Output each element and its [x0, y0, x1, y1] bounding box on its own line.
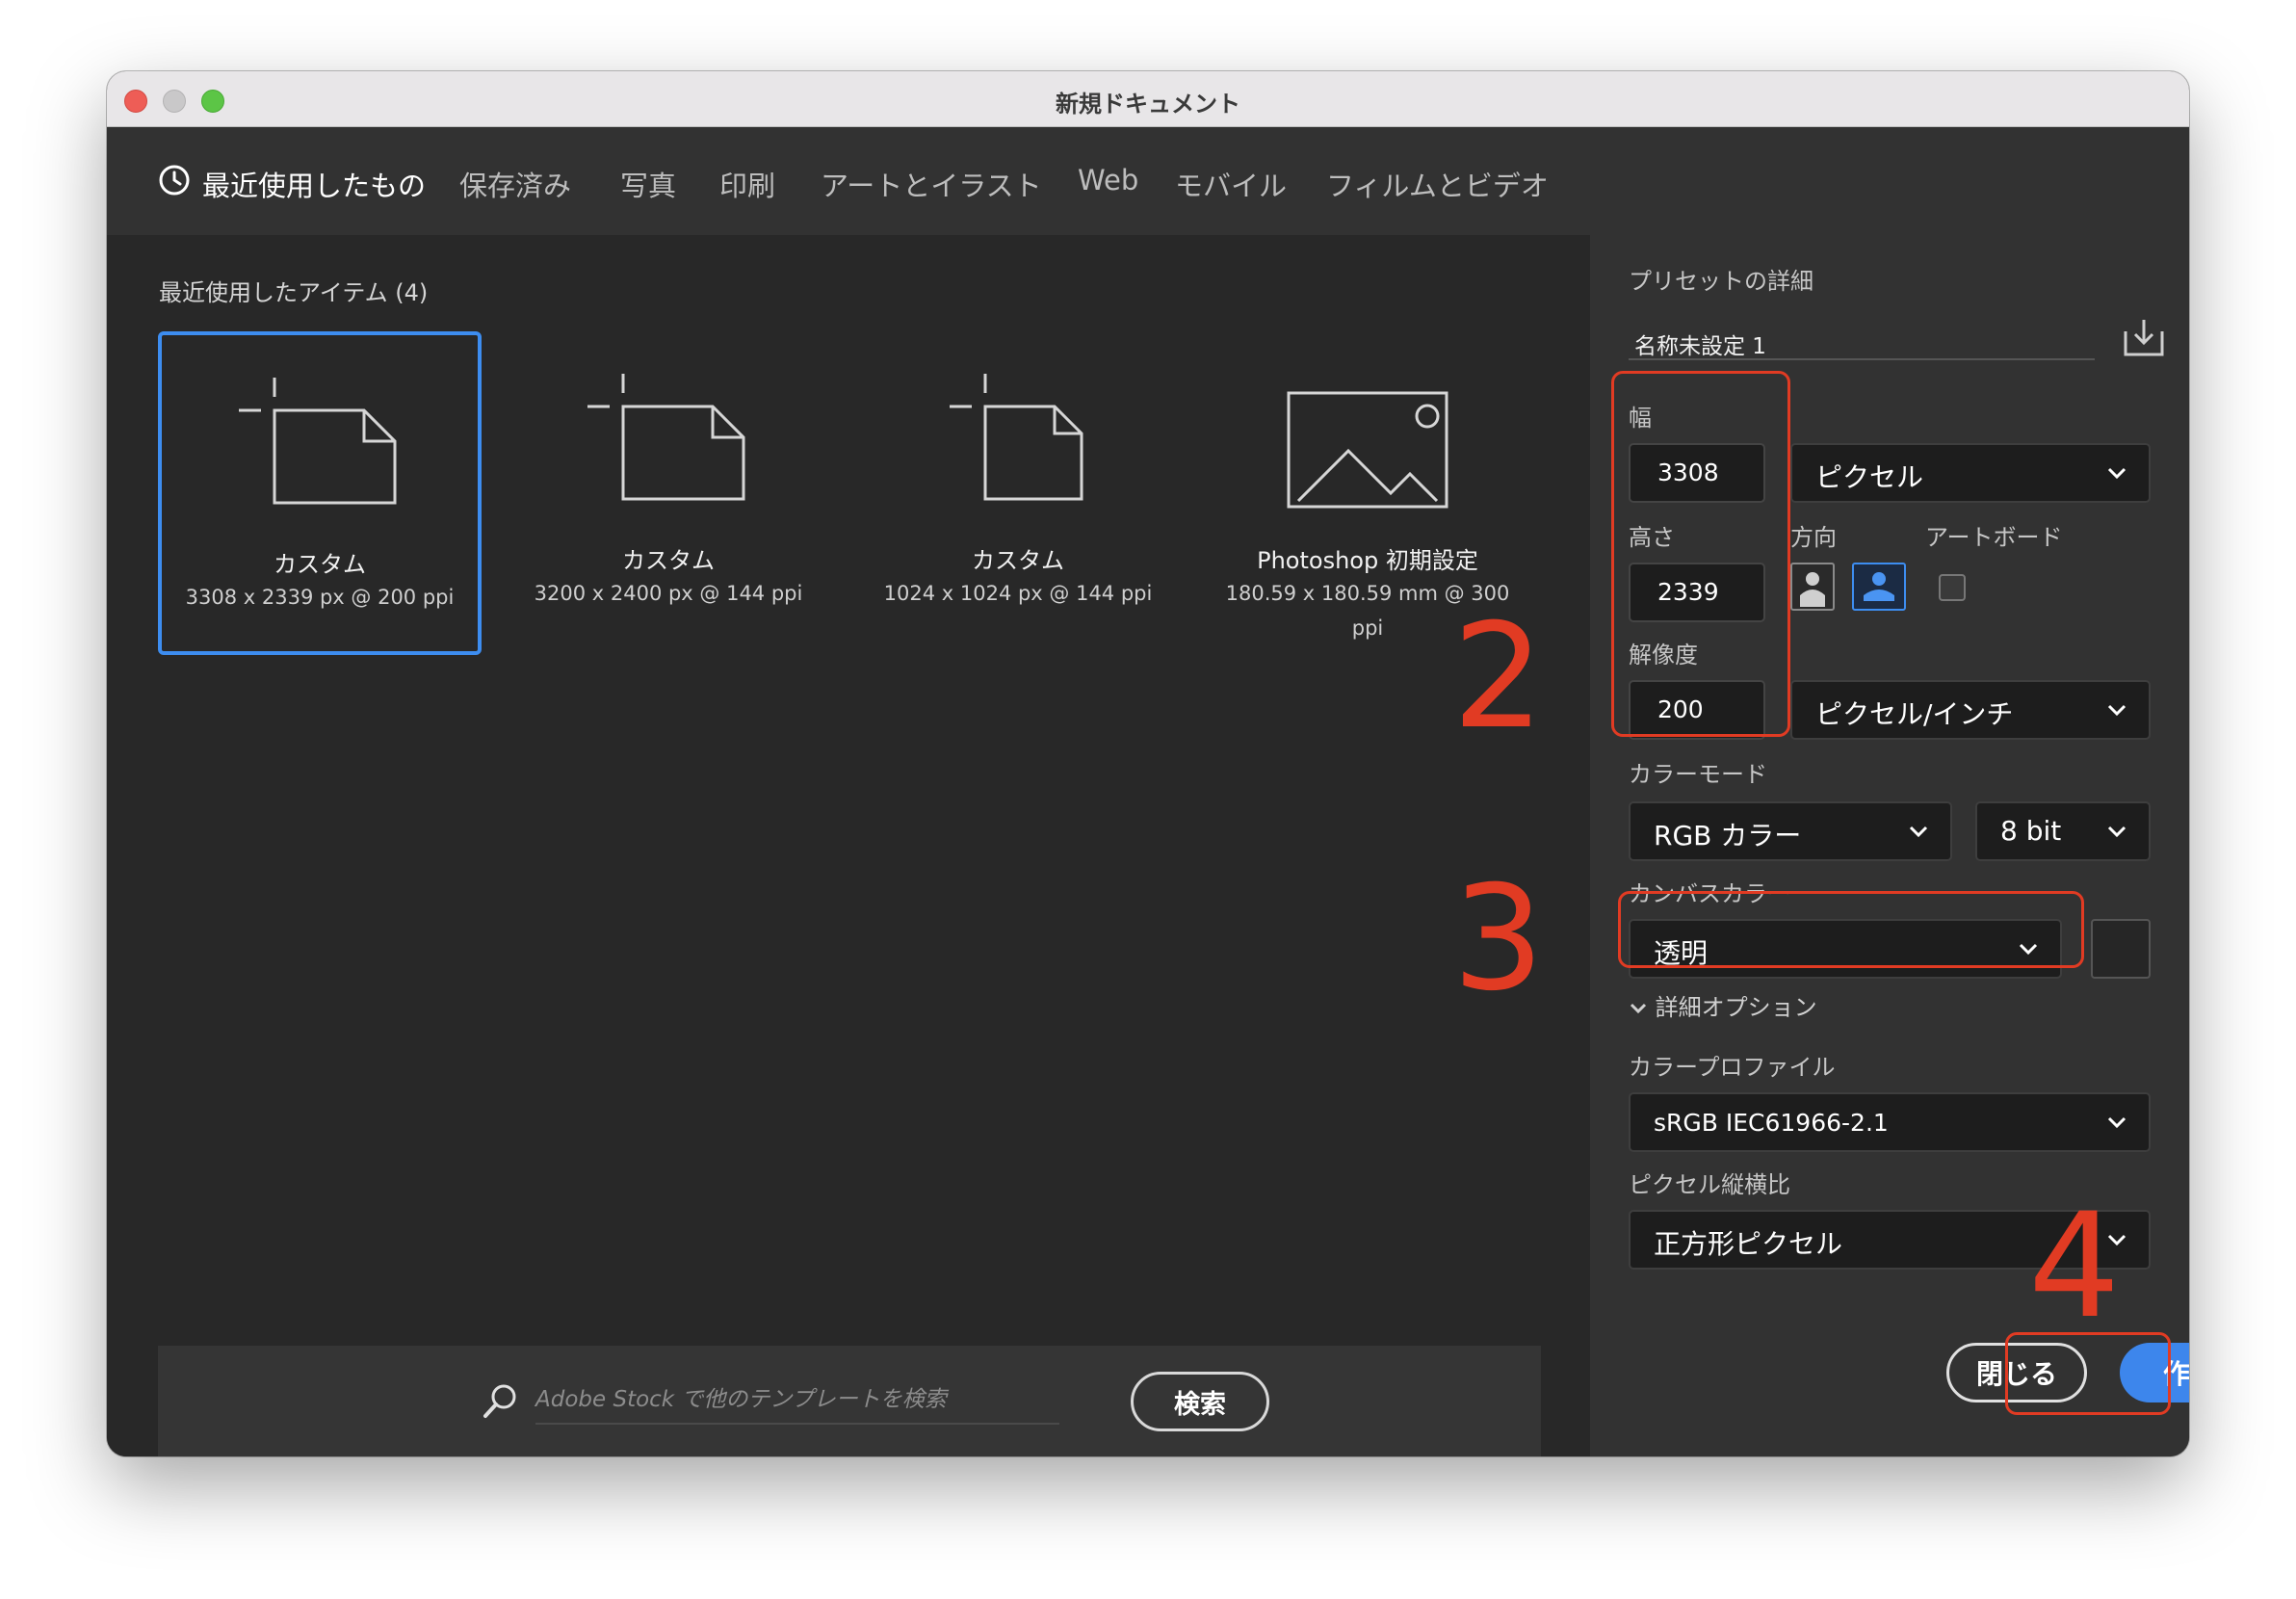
tab-label: 最近使用したもの	[202, 170, 427, 202]
window-title: 新規ドキュメント	[1056, 91, 1240, 118]
card-dims: 1024 x 1024 px @ 144 ppi	[883, 582, 1153, 605]
color-mode-value: RGB カラー	[1654, 820, 1802, 852]
chevron-down-icon	[2107, 826, 2126, 838]
recent-item-card[interactable]: カスタム 3200 x 2400 px @ 144 ppi	[507, 331, 830, 655]
search-icon	[483, 1384, 516, 1418]
tab-label: アートとイラスト	[821, 170, 1042, 202]
color-profile-value: sRGB IEC61966-2.1	[1654, 1109, 1889, 1137]
landscape-orientation-button[interactable]	[1852, 563, 1906, 611]
annotation-number-4: 4	[2028, 1183, 2121, 1350]
tab-label: Web	[1078, 164, 1139, 197]
recent-item-card[interactable]: カスタム 3308 x 2339 px @ 200 ppi	[158, 331, 482, 655]
tab-saved[interactable]: 保存済み	[459, 164, 571, 241]
pixel-aspect-value: 正方形ピクセル	[1654, 1228, 1843, 1260]
clock-icon	[159, 165, 190, 196]
recent-item-card[interactable]: カスタム 1024 x 1024 px @ 144 ppi	[856, 331, 1180, 655]
chevron-down-icon	[2107, 704, 2126, 717]
stock-search-input[interactable]: Adobe Stock で他のテンプレートを検索	[535, 1380, 1059, 1425]
chevron-down-icon	[2107, 467, 2126, 480]
artboard-checkbox[interactable]	[1939, 574, 1966, 601]
width-unit-select[interactable]: ピクセル	[1790, 443, 2151, 503]
color-mode-select[interactable]: RGB カラー	[1629, 801, 1952, 861]
bit-depth-select[interactable]: 8 bit	[1975, 801, 2151, 861]
bit-depth-value: 8 bit	[2000, 815, 2062, 847]
preset-section-title: プリセットの詳細	[1629, 268, 1813, 295]
width-unit-value: ピクセル	[1815, 461, 1924, 493]
annotation-box-canvas-color	[1618, 891, 2084, 968]
pixel-aspect-label: ピクセル縦横比	[1629, 1171, 1790, 1198]
recent-heading: 最近使用したアイテム (4)	[159, 279, 429, 306]
chevron-down-icon	[1909, 826, 1928, 838]
annotation-box-size-fields	[1611, 371, 1790, 737]
title-bar: 新規ドキュメント	[107, 71, 2189, 127]
save-preset-icon[interactable]	[2122, 316, 2166, 360]
tab-label: フィルムとビデオ	[1326, 170, 1549, 202]
document-icon	[950, 374, 1083, 501]
resolution-unit-select[interactable]: ピクセル/インチ	[1790, 680, 2151, 740]
tab-label: 保存済み	[459, 170, 572, 202]
chevron-down-icon	[1630, 1003, 1647, 1014]
card-name: カスタム	[972, 547, 1064, 574]
advanced-options-label: 詳細オプション	[1655, 994, 1817, 1021]
artboard-label: アートボード	[1925, 524, 2063, 551]
resolution-unit-value: ピクセル/インチ	[1815, 698, 2014, 730]
tab-label: 写真	[620, 170, 677, 202]
tab-film-video[interactable]: フィルムとビデオ	[1326, 164, 1549, 241]
tab-web[interactable]: Web	[1078, 164, 1138, 241]
tab-label: 印刷	[719, 170, 776, 202]
preset-name-field[interactable]: 名称未設定 1	[1629, 312, 2095, 360]
color-profile-select[interactable]: sRGB IEC61966-2.1	[1629, 1092, 2151, 1152]
image-icon	[1287, 391, 1448, 509]
portrait-icon	[1800, 572, 1825, 607]
tab-recent[interactable]: 最近使用したもの	[158, 164, 426, 241]
stock-search-bar: Adobe Stock で他のテンプレートを検索 検索	[158, 1346, 1541, 1456]
annotation-number-3: 3	[1452, 855, 1545, 1023]
document-icon	[587, 374, 745, 501]
card-dims: 3200 x 2400 px @ 144 ppi	[534, 582, 803, 605]
landscape-icon	[1864, 572, 1894, 601]
advanced-options-toggle[interactable]: 詳細オプション	[1629, 988, 1817, 1022]
tab-label: モバイル	[1175, 170, 1288, 202]
annotation-number-2: 2	[1452, 593, 1545, 761]
card-name: カスタム	[274, 551, 366, 578]
chevron-down-icon	[2107, 1116, 2126, 1129]
recent-panel: 最近使用したアイテム (4) カスタム 3308 x 2339 px @ 200…	[107, 235, 1590, 1456]
document-icon	[239, 378, 397, 505]
color-mode-label: カラーモード	[1629, 761, 1767, 788]
portrait-orientation-button[interactable]	[1790, 563, 1835, 611]
card-name: カスタム	[622, 547, 715, 574]
color-profile-label: カラープロファイル	[1629, 1054, 1836, 1081]
card-name: Photoshop 初期設定	[1257, 547, 1478, 574]
tab-photo[interactable]: 写真	[620, 164, 676, 241]
new-document-dialog: 新規ドキュメント 最近使用したもの 保存済み 写真 印刷 アートとイラスト We…	[107, 71, 2189, 1456]
canvas-color-swatch[interactable]	[2091, 919, 2151, 979]
tab-mobile[interactable]: モバイル	[1175, 164, 1287, 241]
tab-art-illustration[interactable]: アートとイラスト	[821, 164, 1042, 241]
orientation-label: 方向	[1790, 524, 1837, 551]
tab-print[interactable]: 印刷	[719, 164, 775, 241]
card-dims: 3308 x 2339 px @ 200 ppi	[185, 586, 455, 609]
search-button[interactable]: 検索	[1131, 1372, 1269, 1431]
